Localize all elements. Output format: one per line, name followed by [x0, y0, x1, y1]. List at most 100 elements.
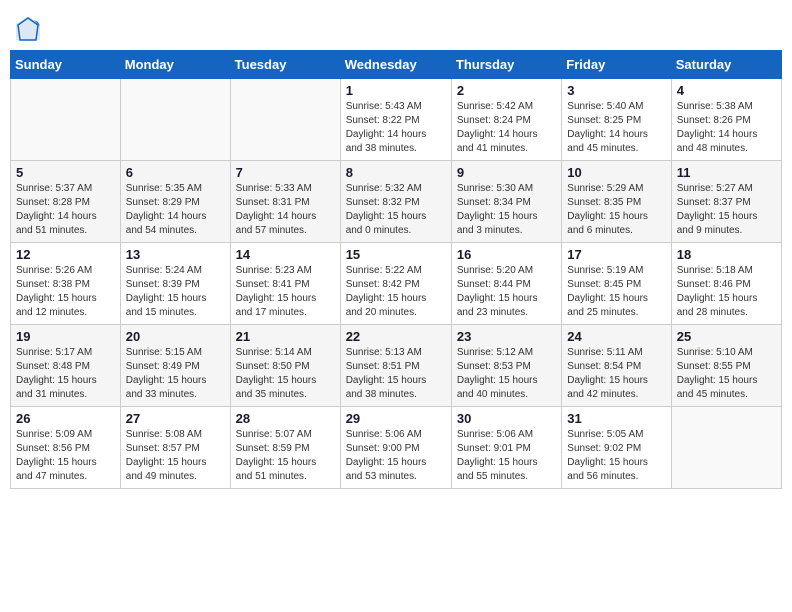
day-info: Sunrise: 5:14 AM Sunset: 8:50 PM Dayligh…: [236, 346, 335, 402]
calendar-week-row: 19 Sunrise: 5:17 AM Sunset: 8:48 PM Dayli…: [11, 325, 782, 407]
day-number: 23: [457, 329, 556, 344]
calendar-day-3: 3 Sunrise: 5:40 AM Sunset: 8:25 PM Daylig…: [562, 79, 671, 161]
day-info: Sunrise: 5:12 AM Sunset: 8:53 PM Dayligh…: [457, 346, 556, 402]
day-number: 2: [457, 83, 556, 98]
day-number: 5: [16, 165, 115, 180]
calendar-day-1: 1Sunrise: 5:43 AM Sunset: 8:22 PM Daylig…: [340, 79, 451, 161]
day-info: Sunrise: 5:38 AM Sunset: 8:26 PM Dayligh…: [677, 100, 776, 156]
calendar-day-8: 8 Sunrise: 5:32 AM Sunset: 8:32 PM Daylig…: [340, 161, 451, 243]
day-info: Sunrise: 5:15 AM Sunset: 8:49 PM Dayligh…: [126, 346, 225, 402]
calendar-day-11: 11 Sunrise: 5:27 AM Sunset: 8:37 PM Dayli…: [671, 161, 781, 243]
day-number: 8: [346, 165, 446, 180]
day-info: Sunrise: 5:26 AM Sunset: 8:38 PM Dayligh…: [16, 264, 115, 320]
day-number: 29: [346, 411, 446, 426]
calendar-day-24: 24 Sunrise: 5:11 AM Sunset: 8:54 PM Dayli…: [562, 325, 671, 407]
day-number: 15: [346, 247, 446, 262]
calendar-day-20: 20 Sunrise: 5:15 AM Sunset: 8:49 PM Dayli…: [120, 325, 230, 407]
day-info: Sunrise: 5:37 AM Sunset: 8:28 PM Dayligh…: [16, 182, 115, 238]
day-info: Sunrise: 5:20 AM Sunset: 8:44 PM Dayligh…: [457, 264, 556, 320]
calendar-day-18: 18 Sunrise: 5:18 AM Sunset: 8:46 PM Dayli…: [671, 243, 781, 325]
calendar-week-row: 12 Sunrise: 5:26 AM Sunset: 8:38 PM Dayli…: [11, 243, 782, 325]
day-info: Sunrise: 5:18 AM Sunset: 8:46 PM Dayligh…: [677, 264, 776, 320]
calendar-header-tuesday: Tuesday: [230, 51, 340, 79]
day-info: Sunrise: 5:29 AM Sunset: 8:35 PM Dayligh…: [567, 182, 665, 238]
day-number: 28: [236, 411, 335, 426]
calendar-day-14: 14 Sunrise: 5:23 AM Sunset: 8:41 PM Dayli…: [230, 243, 340, 325]
calendar-day-19: 19 Sunrise: 5:17 AM Sunset: 8:48 PM Dayli…: [11, 325, 121, 407]
day-number: 11: [677, 165, 776, 180]
logo: [14, 14, 46, 42]
calendar-day-21: 21 Sunrise: 5:14 AM Sunset: 8:50 PM Dayli…: [230, 325, 340, 407]
calendar-empty-cell: [11, 79, 121, 161]
day-number: 31: [567, 411, 665, 426]
day-number: 26: [16, 411, 115, 426]
calendar-header-monday: Monday: [120, 51, 230, 79]
day-number: 16: [457, 247, 556, 262]
day-info: Sunrise: 5:24 AM Sunset: 8:39 PM Dayligh…: [126, 264, 225, 320]
calendar-week-row: 5 Sunrise: 5:37 AM Sunset: 8:28 PM Daylig…: [11, 161, 782, 243]
day-number: 19: [16, 329, 115, 344]
day-info: Sunrise: 5:19 AM Sunset: 8:45 PM Dayligh…: [567, 264, 665, 320]
day-info: Sunrise: 5:22 AM Sunset: 8:42 PM Dayligh…: [346, 264, 446, 320]
calendar-day-16: 16 Sunrise: 5:20 AM Sunset: 8:44 PM Dayli…: [451, 243, 561, 325]
day-info: Sunrise: 5:35 AM Sunset: 8:29 PM Dayligh…: [126, 182, 225, 238]
day-number: 9: [457, 165, 556, 180]
day-info: Sunrise: 5:32 AM Sunset: 8:32 PM Dayligh…: [346, 182, 446, 238]
day-number: 10: [567, 165, 665, 180]
day-number: 18: [677, 247, 776, 262]
calendar-day-29: 29 Sunrise: 5:06 AM Sunset: 9:00 PM Dayli…: [340, 407, 451, 489]
page-header: [10, 10, 782, 42]
calendar-day-12: 12 Sunrise: 5:26 AM Sunset: 8:38 PM Dayli…: [11, 243, 121, 325]
calendar-day-23: 23 Sunrise: 5:12 AM Sunset: 8:53 PM Dayli…: [451, 325, 561, 407]
calendar-day-27: 27 Sunrise: 5:08 AM Sunset: 8:57 PM Dayli…: [120, 407, 230, 489]
day-number: 27: [126, 411, 225, 426]
calendar-day-17: 17 Sunrise: 5:19 AM Sunset: 8:45 PM Dayli…: [562, 243, 671, 325]
day-number: 13: [126, 247, 225, 262]
calendar-header-sunday: Sunday: [11, 51, 121, 79]
calendar-week-row: 1Sunrise: 5:43 AM Sunset: 8:22 PM Daylig…: [11, 79, 782, 161]
calendar-day-28: 28 Sunrise: 5:07 AM Sunset: 8:59 PM Dayli…: [230, 407, 340, 489]
day-number: 1: [346, 83, 446, 98]
calendar-header-friday: Friday: [562, 51, 671, 79]
day-number: 7: [236, 165, 335, 180]
calendar-day-4: 4 Sunrise: 5:38 AM Sunset: 8:26 PM Daylig…: [671, 79, 781, 161]
logo-icon: [14, 14, 42, 42]
day-number: 30: [457, 411, 556, 426]
calendar-empty-cell: [120, 79, 230, 161]
day-number: 6: [126, 165, 225, 180]
day-number: 4: [677, 83, 776, 98]
day-info: Sunrise: 5:13 AM Sunset: 8:51 PM Dayligh…: [346, 346, 446, 402]
calendar-day-26: 26 Sunrise: 5:09 AM Sunset: 8:56 PM Dayli…: [11, 407, 121, 489]
calendar-header-saturday: Saturday: [671, 51, 781, 79]
calendar-header-row: SundayMondayTuesdayWednesdayThursdayFrid…: [11, 51, 782, 79]
day-number: 14: [236, 247, 335, 262]
day-info: Sunrise: 5:42 AM Sunset: 8:24 PM Dayligh…: [457, 100, 556, 156]
day-number: 12: [16, 247, 115, 262]
calendar-day-6: 6 Sunrise: 5:35 AM Sunset: 8:29 PM Daylig…: [120, 161, 230, 243]
day-number: 22: [346, 329, 446, 344]
day-info: Sunrise: 5:06 AM Sunset: 9:00 PM Dayligh…: [346, 428, 446, 484]
calendar-day-9: 9Sunrise: 5:30 AM Sunset: 8:34 PM Daylig…: [451, 161, 561, 243]
day-info: Sunrise: 5:40 AM Sunset: 8:25 PM Dayligh…: [567, 100, 665, 156]
day-info: Sunrise: 5:10 AM Sunset: 8:55 PM Dayligh…: [677, 346, 776, 402]
calendar-day-7: 7Sunrise: 5:33 AM Sunset: 8:31 PM Daylig…: [230, 161, 340, 243]
calendar-day-10: 10 Sunrise: 5:29 AM Sunset: 8:35 PM Dayli…: [562, 161, 671, 243]
day-info: Sunrise: 5:08 AM Sunset: 8:57 PM Dayligh…: [126, 428, 225, 484]
day-number: 21: [236, 329, 335, 344]
calendar-table: SundayMondayTuesdayWednesdayThursdayFrid…: [10, 50, 782, 489]
calendar-day-22: 22 Sunrise: 5:13 AM Sunset: 8:51 PM Dayli…: [340, 325, 451, 407]
day-number: 3: [567, 83, 665, 98]
day-info: Sunrise: 5:07 AM Sunset: 8:59 PM Dayligh…: [236, 428, 335, 484]
day-number: 24: [567, 329, 665, 344]
day-number: 17: [567, 247, 665, 262]
calendar-day-2: 2 Sunrise: 5:42 AM Sunset: 8:24 PM Daylig…: [451, 79, 561, 161]
calendar-day-31: 31Sunrise: 5:05 AM Sunset: 9:02 PM Dayli…: [562, 407, 671, 489]
calendar-day-15: 15 Sunrise: 5:22 AM Sunset: 8:42 PM Dayli…: [340, 243, 451, 325]
day-info: Sunrise: 5:11 AM Sunset: 8:54 PM Dayligh…: [567, 346, 665, 402]
day-number: 25: [677, 329, 776, 344]
day-info: Sunrise: 5:09 AM Sunset: 8:56 PM Dayligh…: [16, 428, 115, 484]
day-info: Sunrise: 5:23 AM Sunset: 8:41 PM Dayligh…: [236, 264, 335, 320]
day-info: Sunrise: 5:17 AM Sunset: 8:48 PM Dayligh…: [16, 346, 115, 402]
day-info: Sunrise: 5:27 AM Sunset: 8:37 PM Dayligh…: [677, 182, 776, 238]
day-number: 20: [126, 329, 225, 344]
